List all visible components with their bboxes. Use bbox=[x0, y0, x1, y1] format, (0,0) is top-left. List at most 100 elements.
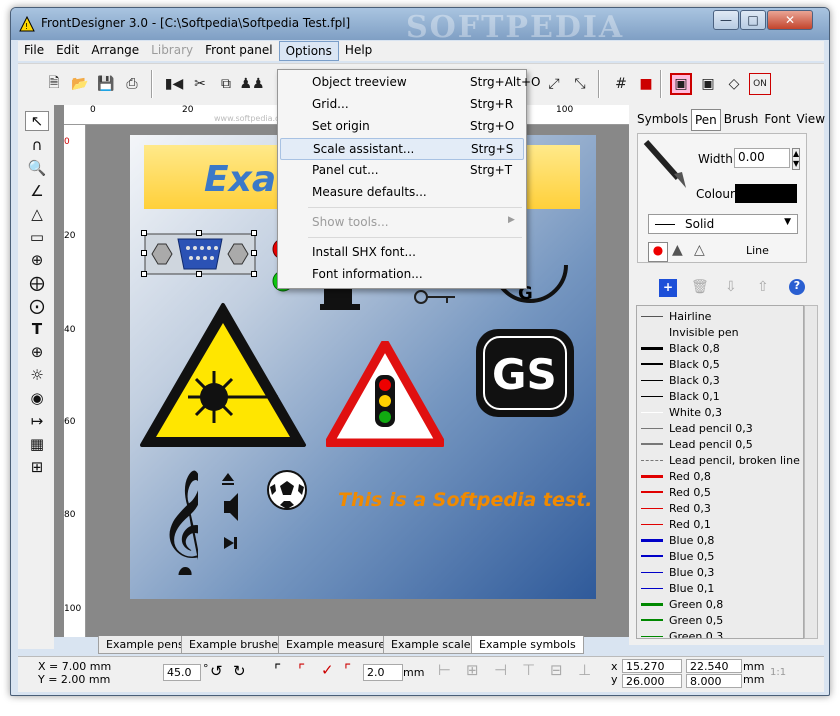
align-right-icon[interactable]: ⊣ bbox=[494, 661, 507, 679]
soccer-ball-icon[interactable] bbox=[266, 469, 308, 511]
pen-list-item[interactable]: Lead pencil, broken line bbox=[641, 452, 800, 468]
menu-options[interactable]: Options bbox=[278, 41, 339, 61]
tab-example-measures[interactable]: Example measures bbox=[278, 636, 399, 654]
polygon-icon[interactable]: △ bbox=[25, 204, 49, 224]
menu-file[interactable]: File bbox=[18, 41, 50, 61]
pen-list[interactable]: Hairline Invisible pen Black 0,8 Black 0,5 B… bbox=[636, 305, 804, 639]
menu-item-install-shx-font[interactable]: Install SHX font... bbox=[280, 242, 524, 264]
shapes-outline-icon[interactable]: △ bbox=[694, 242, 705, 258]
compress-icon[interactable]: ⤡ bbox=[569, 73, 591, 95]
pen-list-item[interactable]: Black 0,3 bbox=[641, 372, 720, 388]
lasso-icon[interactable]: ∩ bbox=[25, 135, 49, 155]
corner-chamfer-icon[interactable]: ✓ bbox=[321, 661, 334, 679]
key-icon[interactable] bbox=[413, 287, 457, 307]
pen-list-item[interactable]: Black 0,8 bbox=[641, 340, 720, 356]
add-pen-icon[interactable]: + bbox=[659, 279, 677, 297]
tab-font[interactable]: Font bbox=[761, 109, 793, 131]
menu-item-grid[interactable]: Grid... Strg+R bbox=[280, 94, 524, 116]
minimize-button[interactable]: — bbox=[713, 10, 739, 30]
pen-list-item[interactable]: Lead pencil 0,3 bbox=[641, 420, 753, 436]
selection-handle[interactable] bbox=[251, 230, 257, 236]
corner-icon[interactable]: ⌜ bbox=[274, 661, 281, 679]
scale-icon[interactable]: ☼ bbox=[25, 365, 49, 385]
move-down-icon[interactable]: ⇩ bbox=[725, 279, 737, 295]
width-input[interactable]: 0.00 bbox=[734, 148, 790, 168]
selection-handle[interactable] bbox=[251, 250, 257, 256]
open-folder-icon[interactable]: 📂 bbox=[69, 73, 91, 95]
selection-handle[interactable] bbox=[141, 271, 147, 277]
tab-view[interactable]: View bbox=[794, 109, 828, 131]
color-icon[interactable]: ■ bbox=[635, 73, 657, 95]
align-center-icon[interactable]: ⊞ bbox=[466, 661, 479, 679]
radius-input[interactable]: 2.0 bbox=[363, 664, 403, 681]
origin-icon[interactable]: ⊞ bbox=[25, 457, 49, 477]
pen-list-item[interactable]: Black 0,1 bbox=[641, 388, 720, 404]
pen-list-item[interactable]: Green 0,3 bbox=[641, 628, 723, 638]
menu-library[interactable]: Library bbox=[145, 41, 199, 61]
pen-list-item[interactable]: Green 0,5 bbox=[641, 612, 723, 628]
laser-warning-icon[interactable] bbox=[138, 301, 308, 449]
pen-list-item[interactable]: Red 0,5 bbox=[641, 484, 711, 500]
gs-mark-icon[interactable]: GS bbox=[474, 327, 576, 419]
align-left-icon[interactable]: ⊢ bbox=[438, 661, 451, 679]
tab-brush[interactable]: Brush bbox=[721, 109, 762, 131]
hole-icon[interactable]: ⨀ bbox=[25, 296, 49, 316]
panel-text[interactable]: This is a Softpedia test. bbox=[338, 489, 593, 511]
rectangle-icon[interactable]: ▭ bbox=[25, 227, 49, 247]
width-spinner[interactable]: ▲ ▼ bbox=[792, 148, 801, 170]
menu-item-measure-defaults[interactable]: Measure defaults... bbox=[280, 182, 524, 204]
speaker-icon[interactable] bbox=[222, 473, 246, 551]
tab-example-brushes[interactable]: Example brushes bbox=[181, 636, 292, 654]
rotate-right-icon[interactable]: ↻ bbox=[233, 662, 246, 680]
pos-x-input[interactable]: 15.270 bbox=[622, 659, 682, 673]
pen-list-item[interactable]: Black 0,5 bbox=[641, 356, 720, 372]
menu-item-object-treeview[interactable]: Object treeview Strg+Alt+O bbox=[280, 72, 540, 94]
toggle-on-icon[interactable]: ON bbox=[749, 73, 771, 95]
corner-arc-icon[interactable]: ⌜ bbox=[344, 661, 351, 679]
tab-example-symbols[interactable]: Example symbols bbox=[471, 636, 584, 654]
pen-list-item[interactable]: Red 0,1 bbox=[641, 516, 711, 532]
corner-round-icon[interactable]: ⌜ bbox=[298, 661, 305, 679]
print-icon[interactable]: ⎙ bbox=[121, 73, 143, 95]
tab-example-pens[interactable]: Example pens bbox=[98, 636, 192, 654]
shapes-fill-icon[interactable]: ▲ bbox=[672, 242, 683, 258]
pen-list-item[interactable]: Lead pencil 0,5 bbox=[641, 436, 753, 452]
drill-icon[interactable]: ◉ bbox=[25, 388, 49, 408]
delete-icon[interactable]: 🗑 bbox=[691, 279, 709, 295]
menu-item-scale-assistant[interactable]: Scale assistant... Strg+S bbox=[280, 138, 524, 160]
align-bottom-icon[interactable]: ⊥ bbox=[578, 661, 591, 679]
pen-list-item[interactable]: Blue 0,8 bbox=[641, 532, 714, 548]
panel-view-icon[interactable]: ▣ bbox=[670, 73, 692, 95]
pen-list-item[interactable]: White 0,3 bbox=[641, 404, 722, 420]
sub-d-connector-icon[interactable] bbox=[144, 233, 256, 275]
image-icon[interactable]: ▦ bbox=[25, 434, 49, 454]
pen-list-scrollbar[interactable] bbox=[804, 305, 818, 639]
arc-icon[interactable]: ⨁ bbox=[25, 273, 49, 293]
pen-color-icon[interactable]: ● bbox=[648, 242, 668, 262]
selection-handle[interactable] bbox=[141, 230, 147, 236]
new-file-icon[interactable]: 🗎 bbox=[43, 73, 65, 95]
pos-y-input[interactable]: 26.000 bbox=[622, 674, 682, 688]
measure-icon[interactable]: ↦ bbox=[25, 411, 49, 431]
selection-handle[interactable] bbox=[141, 250, 147, 256]
pointer-icon[interactable]: ↖ bbox=[25, 111, 49, 131]
menu-item-set-origin[interactable]: Set origin Strg+O bbox=[280, 116, 524, 138]
rotate-left-icon[interactable]: ↺ bbox=[210, 662, 223, 680]
menu-help[interactable]: Help bbox=[339, 41, 378, 61]
tab-pen[interactable]: Pen bbox=[690, 109, 721, 131]
menu-edit[interactable]: Edit bbox=[50, 41, 85, 61]
pen-list-item[interactable]: Blue 0,1 bbox=[641, 580, 714, 596]
help-icon[interactable]: ? bbox=[789, 279, 805, 295]
shapes-icon[interactable]: ◇ bbox=[723, 73, 745, 95]
width-value[interactable]: 22.540 bbox=[686, 659, 742, 673]
people-icon[interactable]: ♟♟ bbox=[239, 73, 264, 95]
circle-icon[interactable]: ⊕ bbox=[25, 250, 49, 270]
cut-icon[interactable]: ✂ bbox=[189, 73, 211, 95]
colour-swatch[interactable] bbox=[735, 184, 797, 203]
close-button[interactable]: ✕ bbox=[767, 10, 813, 30]
pen-list-item[interactable]: Blue 0,3 bbox=[641, 564, 714, 580]
pen-list-item[interactable]: Green 0,8 bbox=[641, 596, 723, 612]
pen-list-item[interactable]: Invisible pen bbox=[641, 324, 739, 340]
align-middle-icon[interactable]: ⊟ bbox=[550, 661, 563, 679]
expand-icon[interactable]: ⤢ bbox=[543, 73, 565, 95]
